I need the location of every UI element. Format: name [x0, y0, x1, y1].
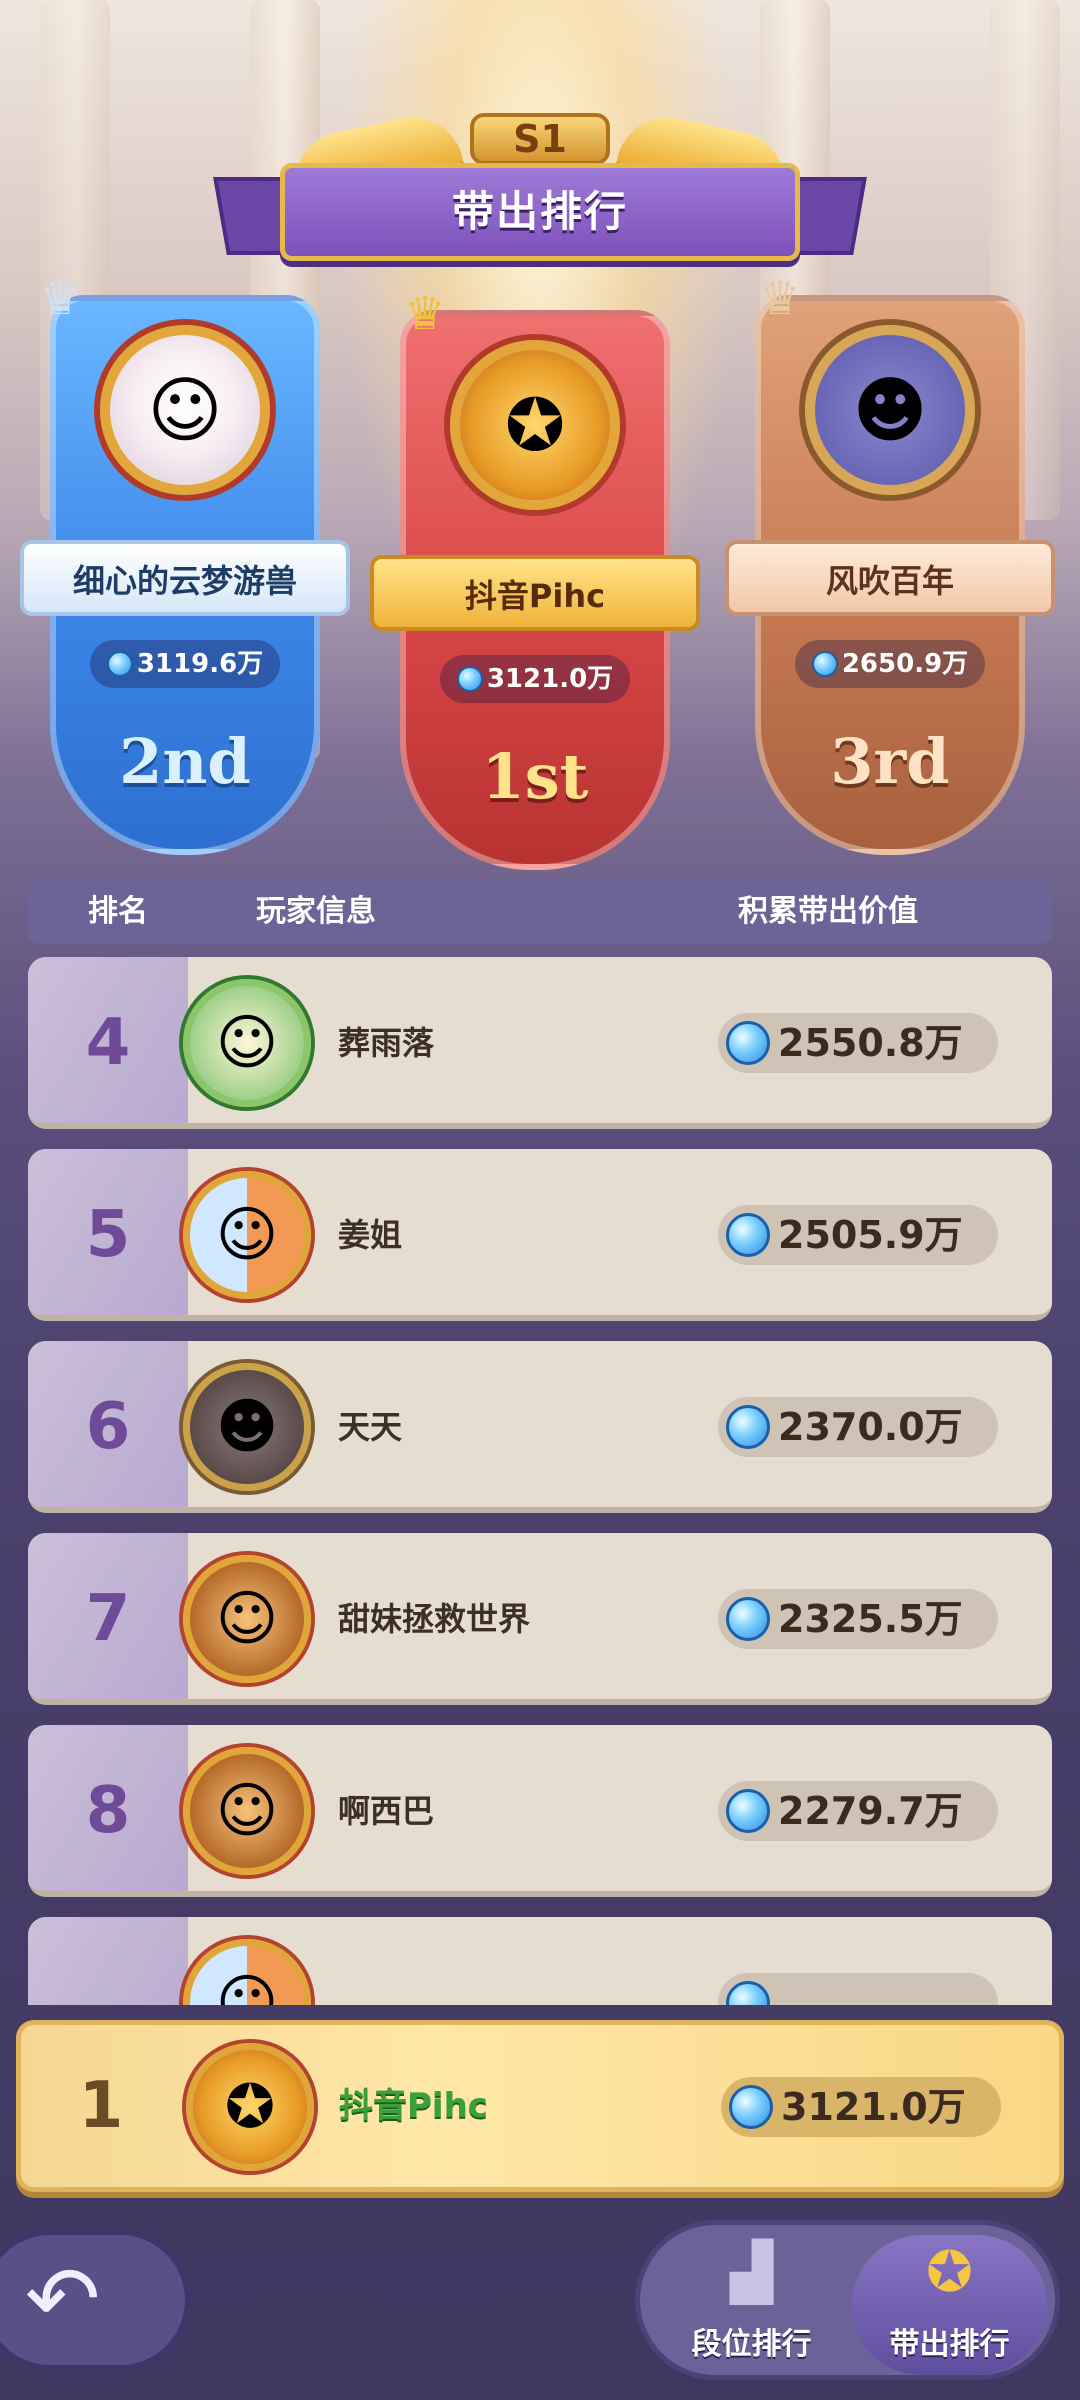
- rank-number: 8: [85, 1774, 131, 1848]
- tab-label: 带出排行: [889, 2327, 1010, 2362]
- player-value: 2279.7万: [718, 1781, 998, 1841]
- rank-number: 1: [78, 2069, 124, 2143]
- crown-gold-icon: ♛: [404, 286, 446, 340]
- player-name: 抖音Pihc: [339, 2086, 488, 2126]
- tab-carry-out[interactable]: ✪ 带出排行: [852, 2235, 1047, 2375]
- rank-number: 5: [85, 1198, 131, 1272]
- gem-icon: [726, 1981, 770, 2005]
- character-portrait-icon: ☺: [215, 1200, 279, 1270]
- emblem-avatar-icon: ✪: [504, 383, 566, 467]
- mouse-portrait-icon: ☺: [215, 1776, 279, 1846]
- gem-icon: [726, 1597, 770, 1641]
- leaderboard-list[interactable]: 4 ☺ 葬雨落 2550.8万 5 ☺ 姜姐 2505.9万 6 ☻ 天天 23…: [28, 955, 1052, 2005]
- character-portrait-icon: ☺: [215, 1968, 279, 2005]
- table-row[interactable]: 6 ☻ 天天 2370.0万: [28, 1341, 1052, 1513]
- medal-icon: ✪: [926, 2240, 973, 2305]
- place-label: 2nd: [119, 725, 251, 798]
- place-label: 3rd: [830, 725, 950, 798]
- avatar[interactable]: ✪: [450, 340, 620, 510]
- column-header-value: 积累带出价值: [738, 894, 918, 929]
- podium-icon: ▟: [729, 2240, 774, 2305]
- podium-value-text: 3119.6万: [136, 649, 264, 679]
- gem-icon: [729, 2085, 773, 2129]
- player-name: 天天: [338, 1408, 403, 1446]
- gem-icon: [106, 651, 133, 677]
- avatar[interactable]: ☺: [183, 1747, 311, 1875]
- sheep-portrait-icon: ☺: [215, 1008, 279, 1078]
- my-rank-row[interactable]: 1 ✪ 抖音Pihc 3121.0万: [16, 2020, 1064, 2192]
- avatar[interactable]: ☺: [183, 979, 311, 1107]
- podium-value-text: 3121.0万: [486, 664, 614, 694]
- podium-card-second[interactable]: ♛ ☺ 细心的云梦游兽 3119.6万 2nd: [20, 275, 350, 855]
- player-value: [718, 1973, 998, 2005]
- character-portrait-icon: ☺: [147, 368, 223, 452]
- table-row-partial[interactable]: ☺: [28, 1917, 1052, 2005]
- gem-icon: [726, 1021, 770, 1065]
- emblem-avatar-icon: ✪: [224, 2072, 276, 2142]
- podium-player-name: 细心的云梦游兽: [20, 540, 350, 616]
- player-value: 2505.9万: [718, 1205, 998, 1265]
- player-value-text: 2550.8万: [778, 1021, 963, 1065]
- player-name: 啊西巴: [338, 1792, 435, 1830]
- tab-rank-tier[interactable]: ▟ 段位排行: [654, 2235, 849, 2375]
- crown-bronze-icon: ♛: [759, 271, 801, 325]
- back-arrow-icon: ↶: [25, 2247, 101, 2352]
- gem-icon: [726, 1405, 770, 1449]
- player-value-text: 2279.7万: [778, 1789, 963, 1833]
- gem-icon: [726, 1213, 770, 1257]
- gem-icon: [811, 651, 838, 677]
- player-value-text: 2325.5万: [778, 1597, 963, 1641]
- table-row[interactable]: 8 ☺ 啊西巴 2279.7万: [28, 1725, 1052, 1897]
- crown-silver-icon: ♛: [39, 271, 81, 325]
- back-button[interactable]: ↶: [0, 2230, 190, 2370]
- avatar[interactable]: ☺: [183, 1939, 311, 2005]
- avatar[interactable]: ☻: [183, 1363, 311, 1491]
- season-badge: S1: [470, 113, 610, 165]
- rat-portrait-icon: ☻: [215, 1392, 279, 1462]
- avatar[interactable]: ☺: [100, 325, 270, 495]
- podium-player-name: 抖音Pihc: [370, 555, 700, 631]
- podium-value: 3119.6万: [90, 640, 280, 688]
- avatar[interactable]: ✪: [186, 2043, 314, 2171]
- place-label: 1st: [481, 740, 589, 813]
- gem-icon: [456, 666, 483, 692]
- podium-value: 3121.0万: [440, 655, 630, 703]
- mouse-portrait-icon: ☺: [215, 1584, 279, 1654]
- player-value: 2550.8万: [718, 1013, 998, 1073]
- rank-number: 4: [85, 1006, 131, 1080]
- page-title: 带出排行: [280, 163, 800, 261]
- player-value-text: 2505.9万: [778, 1213, 963, 1257]
- podium-value: 2650.9万: [795, 640, 985, 688]
- avatar[interactable]: ☻: [805, 325, 975, 495]
- rank-number: 6: [85, 1390, 131, 1464]
- player-value-text: 3121.0万: [781, 2085, 966, 2129]
- player-value-text: 2370.0万: [778, 1405, 963, 1449]
- column-header-player: 玩家信息: [256, 894, 376, 929]
- player-name: 葬雨落: [338, 1024, 435, 1062]
- player-value: 3121.0万: [721, 2077, 1001, 2137]
- leaderboard-header: 排名 玩家信息 积累带出价值: [28, 880, 1052, 944]
- creature-portrait-icon: ☻: [852, 368, 928, 452]
- table-row[interactable]: 4 ☺ 葬雨落 2550.8万: [28, 957, 1052, 1129]
- table-row[interactable]: 5 ☺ 姜姐 2505.9万: [28, 1149, 1052, 1321]
- player-name: 姜姐: [338, 1216, 403, 1254]
- rank-number: 7: [85, 1582, 131, 1656]
- ranking-tab-bar: ▟ 段位排行 ✪ 带出排行: [635, 2220, 1060, 2380]
- rank-stripe: [28, 1917, 188, 2005]
- player-value: 2370.0万: [718, 1397, 998, 1457]
- title-banner-group: S1 带出排行: [213, 95, 867, 275]
- podium-card-third[interactable]: ♛ ☻ 风吹百年 2650.9万 3rd: [725, 275, 1055, 855]
- podium-card-first[interactable]: ♛ ✪ 抖音Pihc 3121.0万 1st: [370, 290, 700, 870]
- tab-label: 段位排行: [691, 2327, 812, 2362]
- player-value: 2325.5万: [718, 1589, 998, 1649]
- avatar[interactable]: ☺: [183, 1171, 311, 1299]
- player-name: 甜妹拯救世界: [338, 1600, 531, 1638]
- podium-value-text: 2650.9万: [841, 649, 969, 679]
- table-row[interactable]: 7 ☺ 甜妹拯救世界 2325.5万: [28, 1533, 1052, 1705]
- avatar[interactable]: ☺: [183, 1555, 311, 1683]
- column-header-rank: 排名: [88, 894, 148, 929]
- podium-player-name: 风吹百年: [725, 540, 1055, 616]
- gem-icon: [726, 1789, 770, 1833]
